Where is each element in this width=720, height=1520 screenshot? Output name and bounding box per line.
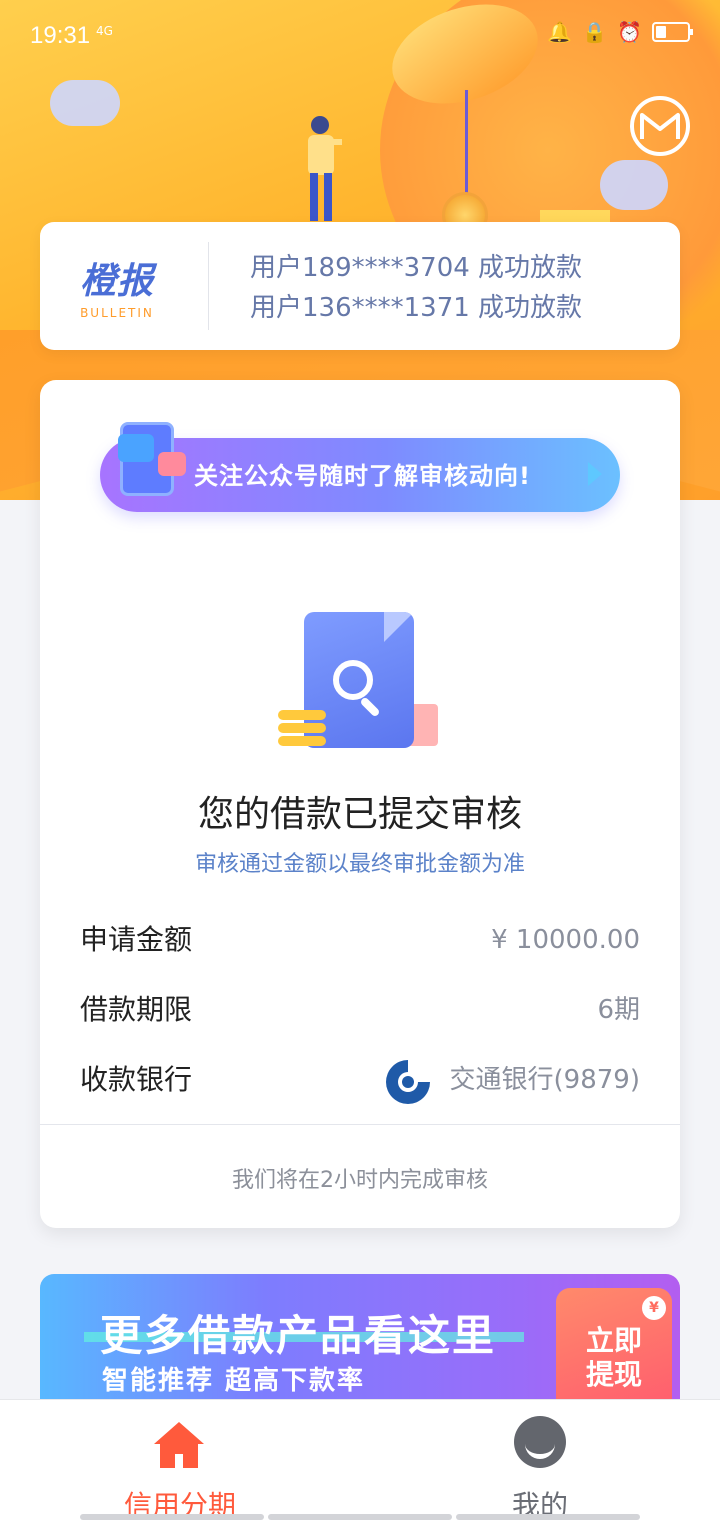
vibrate-icon: 🔔 bbox=[547, 20, 573, 44]
detail-label: 借款期限 bbox=[80, 993, 193, 1026]
battery-icon bbox=[652, 22, 693, 42]
bulletin-logo-cn: 橙报 bbox=[79, 261, 154, 302]
lock-rotation-icon: 🔒 bbox=[582, 20, 608, 44]
network-indicator: 4G bbox=[96, 24, 113, 38]
play-arrow-icon bbox=[588, 462, 602, 486]
detail-row-amount: 申请金额 ¥ 10000.00 bbox=[80, 918, 640, 962]
detail-label: 申请金额 bbox=[80, 923, 193, 956]
review-time-note: 我们将在2小时内完成审核 bbox=[232, 1168, 488, 1193]
status-icons: 🔔 🔒 ⏰ bbox=[547, 20, 693, 44]
tab-mine[interactable]: 我的 bbox=[440, 1410, 640, 1520]
withdraw-label: 提现 bbox=[585, 1358, 642, 1391]
news-item: 用户189****3704 成功放款 bbox=[250, 253, 583, 283]
alarm-icon: ⏰ bbox=[617, 20, 642, 44]
cloud-decoration bbox=[50, 80, 120, 126]
bulletin-logo: 橙报 BULLETIN bbox=[62, 252, 172, 320]
news-lines: 用户189****3704 成功放款 用户136****1371 成功放款 bbox=[250, 248, 670, 328]
withdraw-now-button[interactable]: ¥ 立即 提现 bbox=[556, 1288, 672, 1416]
detail-value: 6期 bbox=[597, 995, 640, 1025]
bank-of-communications-icon bbox=[386, 1060, 430, 1104]
yen-icon: ¥ bbox=[642, 1296, 666, 1320]
follow-banner-text: 关注公众号随时了解审核动向! bbox=[194, 462, 531, 490]
news-item: 用户136****1371 成功放款 bbox=[250, 293, 583, 323]
cloud-decoration bbox=[600, 160, 668, 210]
coins-decoration bbox=[278, 710, 328, 749]
chat-bubble-icon bbox=[158, 452, 186, 476]
status-time: 19:31 bbox=[30, 22, 91, 49]
person-illustration bbox=[308, 116, 342, 221]
news-divider bbox=[208, 242, 209, 330]
brand-logo-button[interactable] bbox=[630, 96, 690, 156]
card-divider bbox=[40, 1124, 680, 1125]
app-root: 19:31 4G 🔔 🔒 ⏰ 橙报 BULLETIN 用户189****3704… bbox=[0, 0, 720, 1520]
bulletin-logo-en: BULLETIN bbox=[80, 306, 154, 320]
review-subtitle: 审核通过金额以最终审批金额为准 bbox=[194, 852, 525, 877]
home-icon bbox=[154, 1422, 204, 1468]
detail-label: 收款银行 bbox=[80, 1063, 193, 1096]
user-icon bbox=[514, 1416, 566, 1468]
document-review-illustration bbox=[278, 610, 448, 760]
promo-subtitle: 智能推荐 超高下款率 bbox=[102, 1366, 366, 1396]
system-gesture-bar bbox=[80, 1514, 640, 1520]
loan-news-ticker: 橙报 BULLETIN 用户189****3704 成功放款 用户136****… bbox=[40, 222, 680, 350]
chat-bubble-icon bbox=[118, 434, 154, 462]
detail-row-bank: 收款银行 交通银行(9879) bbox=[80, 1058, 640, 1104]
magnifier-icon bbox=[333, 660, 373, 700]
rope-decoration bbox=[465, 90, 468, 200]
status-bar: 19:31 4G 🔔 🔒 ⏰ bbox=[0, 0, 720, 72]
tab-credit-installment[interactable]: 信用分期 bbox=[80, 1410, 280, 1520]
bottom-tab-bar: 信用分期 我的 bbox=[0, 1400, 720, 1520]
detail-value: 交通银行(9879) bbox=[449, 1065, 640, 1095]
envelope-icon bbox=[640, 113, 680, 139]
review-title: 您的借款已提交审核 bbox=[197, 794, 522, 835]
review-status-card: 关注公众号随时了解审核动向! 您的借款已提交审核 审核通过金额以最终审批金额为准… bbox=[40, 380, 680, 1228]
promo-title: 更多借款产品看这里 bbox=[100, 1311, 497, 1360]
detail-row-term: 借款期限 6期 bbox=[80, 988, 640, 1032]
withdraw-label: 立即 bbox=[585, 1324, 642, 1357]
detail-value: ¥ 10000.00 bbox=[491, 925, 640, 955]
